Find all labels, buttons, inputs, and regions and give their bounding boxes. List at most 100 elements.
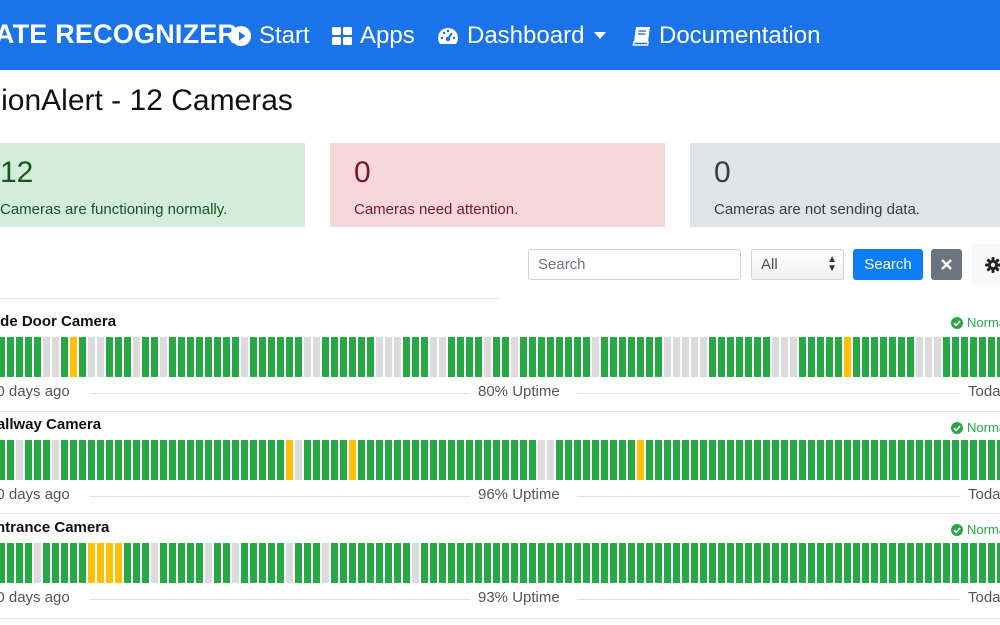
day-bar-up[interactable] bbox=[61, 337, 68, 377]
day-bar-no-data[interactable] bbox=[592, 337, 599, 377]
day-bar-up[interactable] bbox=[340, 337, 347, 377]
day-bar-up[interactable] bbox=[916, 440, 923, 480]
day-bar-no-data[interactable] bbox=[934, 337, 941, 377]
day-bar-up[interactable] bbox=[538, 543, 545, 583]
day-bar-up[interactable] bbox=[673, 543, 680, 583]
day-bar-up[interactable] bbox=[673, 440, 680, 480]
day-bar-up[interactable] bbox=[556, 440, 563, 480]
day-bar-up[interactable] bbox=[520, 440, 527, 480]
day-bar-up[interactable] bbox=[484, 543, 491, 583]
day-bar-up[interactable] bbox=[628, 337, 635, 377]
day-bar-up[interactable] bbox=[385, 543, 392, 583]
day-bar-up[interactable] bbox=[331, 337, 338, 377]
day-bar-up[interactable] bbox=[160, 543, 167, 583]
day-bar-up[interactable] bbox=[511, 440, 518, 480]
day-bar-up[interactable] bbox=[637, 337, 644, 377]
day-bar-up[interactable] bbox=[367, 543, 374, 583]
day-bar-up[interactable] bbox=[340, 543, 347, 583]
day-bar-up[interactable] bbox=[448, 440, 455, 480]
day-bar-no-data[interactable] bbox=[511, 337, 518, 377]
day-bar-up[interactable] bbox=[637, 543, 644, 583]
day-bar-up[interactable] bbox=[565, 440, 572, 480]
day-bar-up[interactable] bbox=[412, 337, 419, 377]
day-bar-no-data[interactable] bbox=[232, 543, 239, 583]
day-bar-up[interactable] bbox=[475, 543, 482, 583]
day-bar-up[interactable] bbox=[655, 543, 662, 583]
day-bar-up[interactable] bbox=[700, 543, 707, 583]
day-bar-up[interactable] bbox=[25, 337, 32, 377]
day-bar-up[interactable] bbox=[979, 337, 986, 377]
day-bar-up[interactable] bbox=[619, 543, 626, 583]
day-bar-no-data[interactable] bbox=[313, 337, 320, 377]
day-bar-up[interactable] bbox=[79, 440, 86, 480]
day-bar-warning[interactable] bbox=[637, 440, 644, 480]
day-bar-up[interactable] bbox=[916, 543, 923, 583]
day-bar-up[interactable] bbox=[322, 440, 329, 480]
day-bar-up[interactable] bbox=[826, 440, 833, 480]
day-bar-up[interactable] bbox=[7, 440, 14, 480]
day-bar-up[interactable] bbox=[835, 337, 842, 377]
camera-name[interactable]: Side Door Camera bbox=[0, 313, 116, 330]
day-bar-no-data[interactable] bbox=[160, 337, 167, 377]
day-bar-up[interactable] bbox=[475, 337, 482, 377]
day-bar-up[interactable] bbox=[394, 543, 401, 583]
day-bar-up[interactable] bbox=[826, 337, 833, 377]
day-bar-up[interactable] bbox=[88, 440, 95, 480]
day-bar-up[interactable] bbox=[646, 440, 653, 480]
day-bar-up[interactable] bbox=[628, 543, 635, 583]
day-bar-up[interactable] bbox=[709, 543, 716, 583]
day-bar-up[interactable] bbox=[565, 543, 572, 583]
day-bar-up[interactable] bbox=[529, 543, 536, 583]
day-bar-no-data[interactable] bbox=[52, 337, 59, 377]
day-bar-up[interactable] bbox=[349, 543, 356, 583]
day-bar-up[interactable] bbox=[862, 337, 869, 377]
day-bar-up[interactable] bbox=[727, 543, 734, 583]
day-bar-up[interactable] bbox=[259, 337, 266, 377]
day-bar-up[interactable] bbox=[214, 337, 221, 377]
day-bar-up[interactable] bbox=[862, 440, 869, 480]
day-bar-up[interactable] bbox=[574, 337, 581, 377]
day-bar-no-data[interactable] bbox=[682, 337, 689, 377]
nav-dashboard[interactable]: Dashboard bbox=[437, 22, 614, 50]
day-bar-up[interactable] bbox=[430, 543, 437, 583]
day-bar-up[interactable] bbox=[277, 543, 284, 583]
day-bar-up[interactable] bbox=[196, 543, 203, 583]
day-bar-up[interactable] bbox=[178, 337, 185, 377]
day-bar-up[interactable] bbox=[898, 440, 905, 480]
day-bar-up[interactable] bbox=[934, 440, 941, 480]
day-bar-up[interactable] bbox=[277, 337, 284, 377]
day-bar-up[interactable] bbox=[502, 543, 509, 583]
day-bar-no-data[interactable] bbox=[700, 337, 707, 377]
day-bar-up[interactable] bbox=[601, 543, 608, 583]
day-bar-no-data[interactable] bbox=[916, 337, 923, 377]
day-bar-up[interactable] bbox=[763, 543, 770, 583]
day-bar-no-data[interactable] bbox=[286, 543, 293, 583]
day-bar-warning[interactable] bbox=[349, 440, 356, 480]
settings-button[interactable] bbox=[972, 244, 1000, 285]
day-bar-up[interactable] bbox=[421, 543, 428, 583]
day-bar-no-data[interactable] bbox=[790, 337, 797, 377]
day-bar-up[interactable] bbox=[817, 543, 824, 583]
day-bar-up[interactable] bbox=[367, 337, 374, 377]
day-bar-up[interactable] bbox=[403, 543, 410, 583]
day-bar-up[interactable] bbox=[502, 337, 509, 377]
nav-apps[interactable]: Apps bbox=[332, 22, 415, 50]
day-bar-up[interactable] bbox=[898, 543, 905, 583]
day-bar-up[interactable] bbox=[619, 440, 626, 480]
day-bar-no-data[interactable] bbox=[925, 337, 932, 377]
day-bar-up[interactable] bbox=[7, 543, 14, 583]
day-bar-up[interactable] bbox=[970, 440, 977, 480]
day-bar-up[interactable] bbox=[79, 543, 86, 583]
day-bar-up[interactable] bbox=[655, 440, 662, 480]
day-bar-up[interactable] bbox=[583, 337, 590, 377]
day-bar-up[interactable] bbox=[358, 543, 365, 583]
day-bar-no-data[interactable] bbox=[205, 543, 212, 583]
day-bar-up[interactable] bbox=[268, 337, 275, 377]
day-bar-warning[interactable] bbox=[88, 543, 95, 583]
day-bar-up[interactable] bbox=[295, 337, 302, 377]
day-bar-up[interactable] bbox=[232, 337, 239, 377]
day-bar-up[interactable] bbox=[718, 440, 725, 480]
day-bar-up[interactable] bbox=[925, 440, 932, 480]
day-bar-up[interactable] bbox=[0, 337, 5, 377]
day-bar-up[interactable] bbox=[448, 337, 455, 377]
